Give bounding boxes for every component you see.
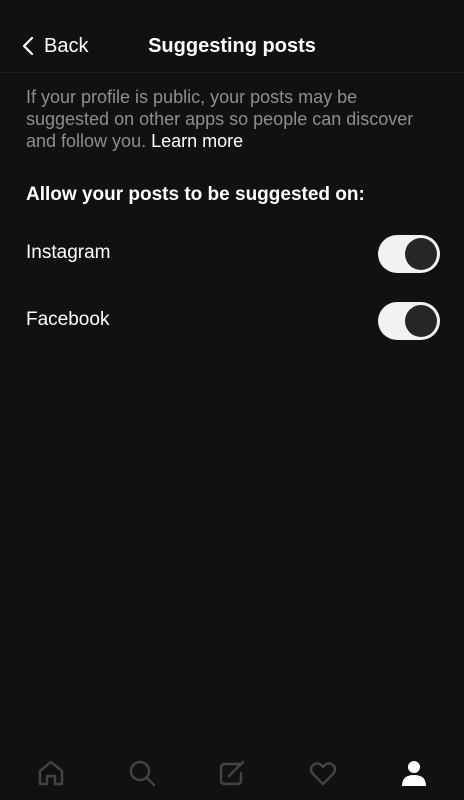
compose-icon <box>219 760 245 786</box>
instagram-toggle[interactable] <box>378 235 440 273</box>
learn-more-link[interactable]: Learn more <box>151 131 243 151</box>
tab-compose[interactable] <box>215 756 249 790</box>
section-heading: Allow your posts to be suggested on: <box>26 184 365 205</box>
tab-search[interactable] <box>125 756 159 790</box>
description: If your profile is public, your posts ma… <box>26 86 441 152</box>
search-icon <box>129 760 156 787</box>
setting-label-facebook: Facebook <box>26 309 110 330</box>
setting-label-instagram: Instagram <box>26 242 111 263</box>
home-icon <box>38 760 64 786</box>
tab-bar <box>0 746 464 800</box>
facebook-toggle[interactable] <box>378 302 440 340</box>
suggesting-posts-screen: Back Suggesting posts If your profile is… <box>0 0 464 800</box>
setting-row-instagram: Instagram <box>0 234 464 274</box>
tab-home[interactable] <box>34 756 68 790</box>
tab-activity[interactable] <box>306 756 340 790</box>
heart-icon <box>309 762 337 786</box>
toggle-knob <box>405 305 437 337</box>
tab-profile[interactable] <box>397 756 431 790</box>
page-title: Suggesting posts <box>148 35 316 57</box>
profile-icon <box>402 761 426 786</box>
setting-row-facebook: Facebook <box>0 301 464 341</box>
toggle-knob <box>405 238 437 270</box>
header: Back Suggesting posts <box>0 0 464 73</box>
